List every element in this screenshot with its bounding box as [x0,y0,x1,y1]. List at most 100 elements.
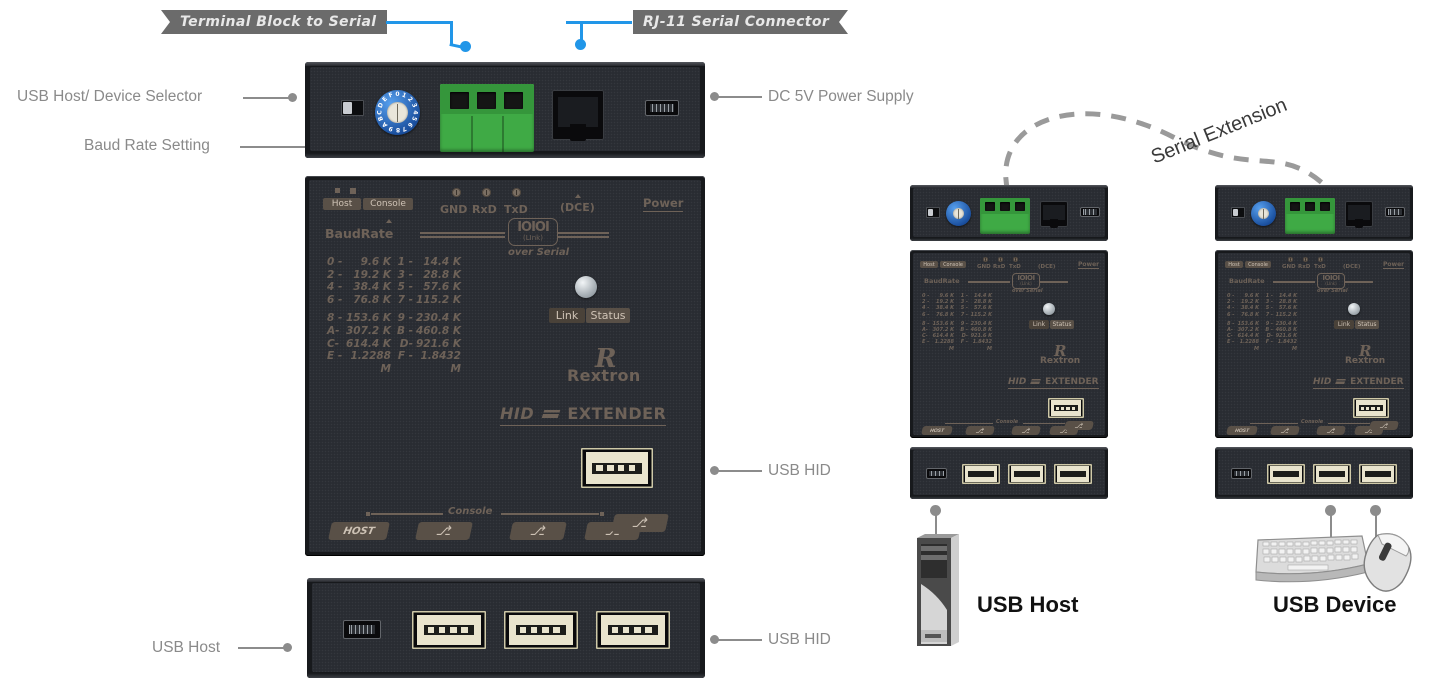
rear-panel-edge-top [307,578,705,582]
callout-banner-terminal-block: Terminal Block to Serial [161,10,387,34]
screw-gnd [452,188,461,197]
baud-value: 230.4 K [415,312,461,325]
link-sub-label: (LInk) [523,233,543,242]
unit-b-rear-usb-2[interactable] [1313,464,1351,484]
unit-a-console-tag-2: ⎇ [1011,426,1041,435]
usb-port-cavity [417,614,481,646]
usb-pin-1 [427,627,435,634]
unit-b-console-tag-2: ⎇ [1316,426,1346,435]
unit-a-led-txd: TxD [1009,264,1021,270]
unit-a-usb-hid-port[interactable] [1048,398,1084,418]
unit-b-power-label: Power [1383,261,1405,269]
baud-code: 5 - [397,281,413,294]
unit-b-slide-switch[interactable] [1231,207,1245,218]
baud-value: 614.4 K [345,337,391,350]
pc-tower-icon [917,534,959,646]
unit-a-front-panel: Host Console GND RxD TxD (DCE) Power Bau… [910,250,1108,438]
rotary-digit: 3 [409,102,418,109]
usb-hid-type-a-port[interactable] [581,448,653,488]
console-usb-tag-2: ⎇ [509,522,567,540]
baud-code: 2 - [327,268,343,281]
product-name-hid: HID [1008,377,1027,387]
unit-b-led-rxd: RxD [1298,264,1311,270]
rear-panel-edge-bottom [307,673,705,678]
baud-code: 6 - [922,311,930,318]
unit-a-wordmark: Rextron [1040,356,1081,366]
baud-value: 115.2 K [1275,311,1297,318]
unit-b-front-panel: Host Console GND RxD TxD (DCE) Power Bau… [1215,250,1413,438]
baud-value: 115.2 K [970,311,992,318]
callout-label-dc-power: DC 5V Power Supply [768,88,914,105]
terminal-rib-2 [502,116,504,152]
baud-code: 7 - [1265,311,1273,318]
link-sub-label: (LInk) [1020,281,1032,287]
usb-port-cavity [964,466,998,482]
usb-port-tongue [607,625,659,636]
usb-port-tongue [1318,471,1346,477]
console-led [350,188,356,194]
unit-a-console-label: Console [940,261,966,268]
baud-code: C- [327,337,340,350]
unit-a-over-serial: over Serial [1012,288,1043,294]
unit-a-rear-mini-usb[interactable] [926,468,947,479]
terminal-hole-rxd [477,92,496,109]
unit-b-terminal-block[interactable] [1285,198,1335,234]
baud-value: 307.2 K [345,324,391,337]
unit-a-dce-label: (DCE) [1038,264,1056,270]
unit-b-rotary-switch[interactable] [1251,201,1276,226]
unit-b-link-status-led [1348,303,1360,315]
rear-usb-hid-port-2[interactable] [504,611,578,649]
unit-a-rotary-switch[interactable] [946,201,971,226]
rear-usb-hid-port-1[interactable] [412,611,486,649]
dc-5v-mini-usb-power-port[interactable] [645,100,679,116]
console-bracket-line-left [371,513,443,515]
baud-rate-row: 6 - 76.8 K 7 -115.2 K [327,294,461,307]
unit-b-console-tag-1: ⎇ [1270,426,1300,435]
baud-code: A- [327,324,340,337]
unit-b-usb-hid-port[interactable] [1353,398,1389,418]
product-name-extender: EXTENDER [567,404,667,423]
rotary-digit: C [376,109,384,115]
leader-line-terminal-block [386,21,452,24]
unit-b-rear-usb-3[interactable] [1359,464,1397,484]
unit-a-host-tag: HOST [921,426,953,435]
baud-code: E - [922,339,930,346]
baud-rate-rotary-switch[interactable]: 0123456789ABCDEF [375,90,420,135]
usb-host-device-slide-switch[interactable] [341,100,364,116]
unit-b-led-gnd: GND [1282,264,1296,270]
unit-b-rear-usb-1[interactable] [1267,464,1305,484]
unit-b-mini-usb-power[interactable] [1385,207,1405,217]
device-top-panel: 0123456789ABCDEF [305,62,705,158]
unit-a-console-line-left [945,423,993,424]
mini-usb-cavity [1388,209,1402,215]
baud-value: 921.6 K [415,337,461,350]
baud-rate-row: E - 1.2288 M F - 1.8432 M [327,350,461,375]
unit-a-rj11[interactable] [1040,201,1068,228]
terminal-hole-txd [1015,202,1025,211]
rj11-serial-connector[interactable] [552,90,604,141]
baud-rate-row: A- 307.2 K B -460.8 K [327,325,461,338]
rear-usb-hid-port-3[interactable] [596,611,670,649]
unit-a-link-badge: IOIOI (LInk) [1012,273,1040,289]
baud-code: B - [396,324,413,337]
unit-b-rj11[interactable] [1345,201,1373,228]
baud-code: 6 - [327,293,343,306]
rear-mini-usb-host-port[interactable] [343,620,381,639]
unit-a-slide-switch[interactable] [926,207,940,218]
usb-port-cavity [1056,466,1090,482]
unit-b-screw-txd [1318,257,1323,262]
unit-a-link-status-led [1043,303,1055,315]
unit-a-screw-txd [1013,257,1018,262]
unit-a-mini-usb-power[interactable] [1080,207,1100,217]
unit-a-rear-usb-2[interactable] [1008,464,1046,484]
console-bracket-line-right [501,513,599,515]
unit-a-rear-usb-1[interactable] [962,464,1000,484]
unit-b-rear-mini-usb[interactable] [1231,468,1252,479]
product-name-extender: EXTENDER [1045,377,1099,387]
unit-b-wordmark: Rextron [1345,356,1386,366]
product-name-hid: HID [500,404,535,423]
terminal-block-connector[interactable] [440,84,534,152]
unit-a-rear-usb-3[interactable] [1054,464,1092,484]
unit-a-link-label: Link [1029,320,1049,329]
unit-a-terminal-block[interactable] [980,198,1030,234]
